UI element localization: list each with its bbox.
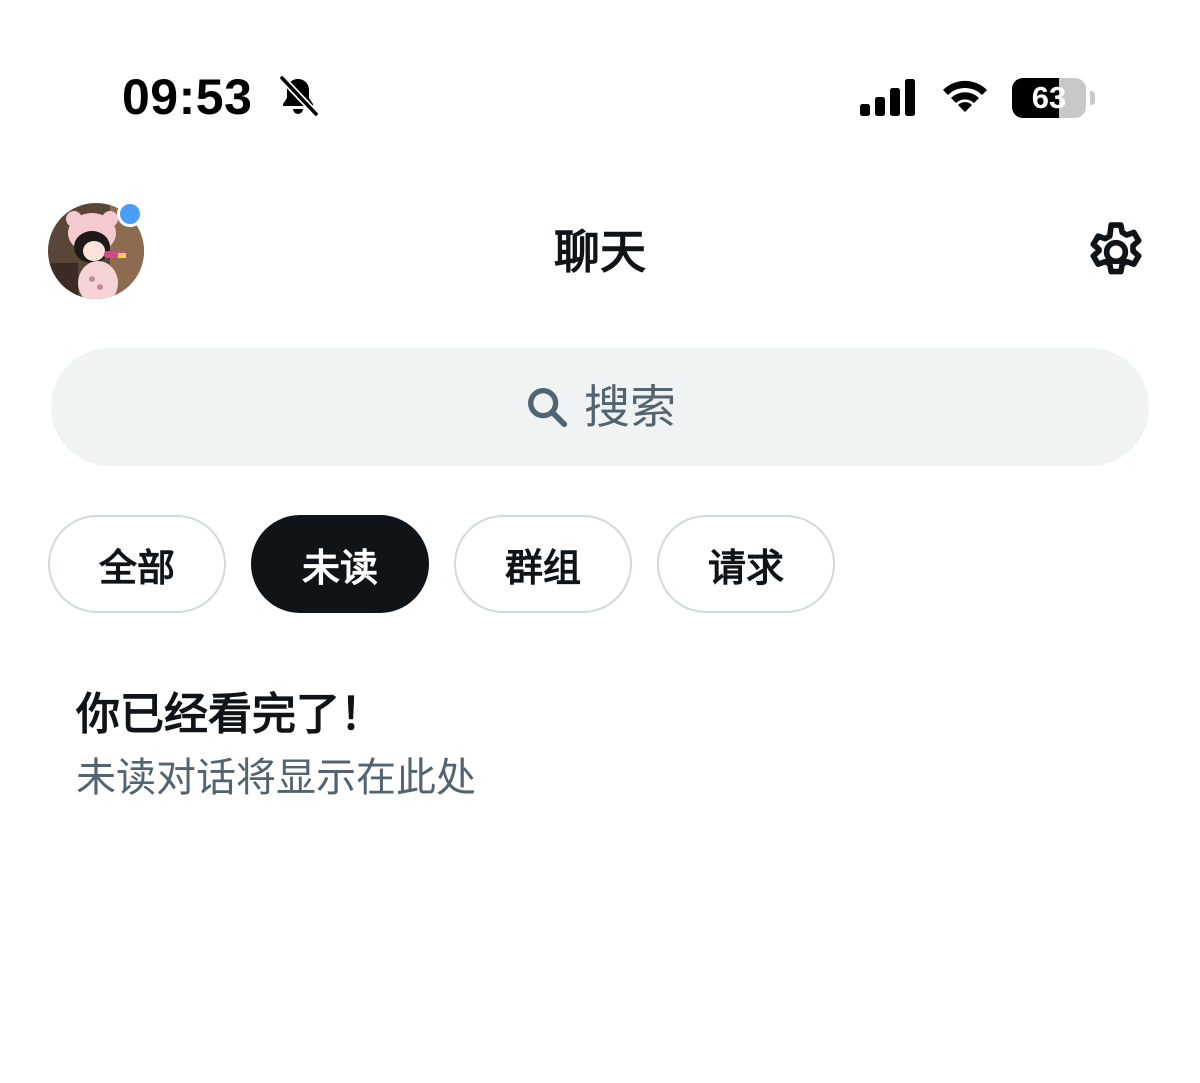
- page-title: 聊天: [554, 225, 646, 279]
- battery-tip: [1090, 91, 1095, 105]
- wifi-icon: [943, 80, 987, 112]
- tab-requests[interactable]: 请求: [657, 515, 835, 613]
- status-bar: 09:53 63: [0, 0, 1200, 190]
- bell-muted-icon: [278, 74, 320, 118]
- tab-groups[interactable]: 群组: [454, 515, 632, 613]
- empty-state-title: 你已经看完了！: [76, 689, 384, 740]
- search-inner: 搜索: [51, 348, 1149, 466]
- tab-all[interactable]: 全部: [48, 515, 226, 613]
- battery-icon: 63: [1012, 78, 1096, 118]
- settings-button[interactable]: [1082, 218, 1150, 286]
- status-time: 09:53: [122, 69, 253, 125]
- empty-state-subtitle: 未读对话将显示在此处: [76, 755, 476, 801]
- chat-screen: 09:53 63 聊天 搜索 全部 未读 群组 请求 你已经看完了！ 未读对话将…: [0, 0, 1200, 1083]
- search-placeholder: 搜索: [584, 380, 676, 434]
- search-icon: [528, 388, 568, 428]
- tab-unread[interactable]: 未读: [251, 515, 429, 613]
- battery-level: 63: [1031, 80, 1067, 115]
- battery-body: 63: [1012, 78, 1086, 118]
- gear-icon: [1090, 222, 1142, 275]
- search-input[interactable]: 搜索: [51, 348, 1149, 466]
- signal-icon: [860, 79, 915, 116]
